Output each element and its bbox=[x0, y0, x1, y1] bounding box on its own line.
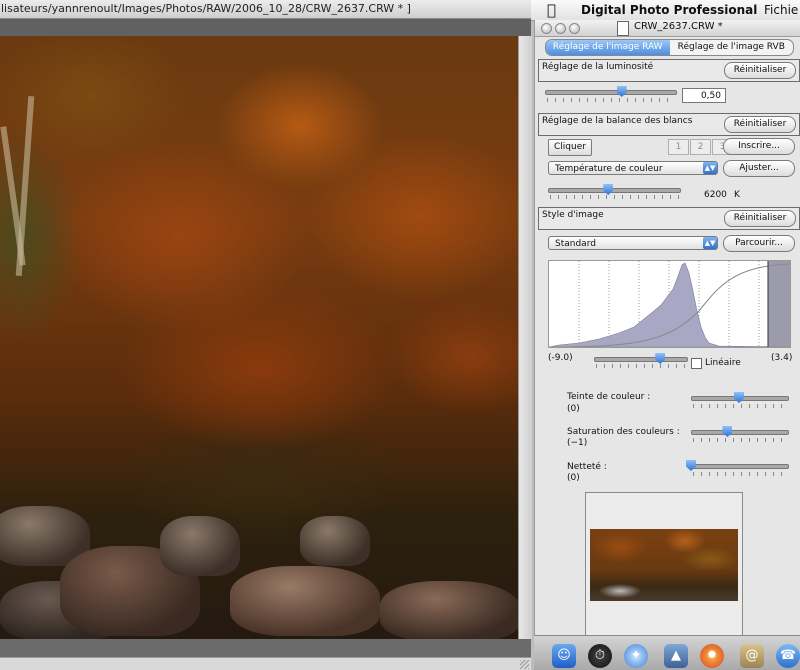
picture-style-select[interactable]: Standard ▲▼ bbox=[548, 236, 718, 250]
wb-preset-1-button[interactable]: 1 bbox=[668, 139, 689, 155]
select-arrows-icon: ▲▼ bbox=[703, 162, 717, 174]
histogram-left-value: (-9.0) bbox=[548, 353, 573, 363]
picture-style-value: Standard bbox=[555, 239, 596, 249]
image-window-titlebar[interactable]: lisateurs/yannrenoult/Images/Photos/RAW/… bbox=[0, 0, 531, 19]
adjustment-label: Teinte de couleur : bbox=[567, 392, 651, 402]
file-menu[interactable]: Fichie bbox=[764, 3, 798, 17]
brightness-value-field[interactable]: 0,50 bbox=[682, 88, 726, 103]
image-window-toolbar-strip bbox=[0, 19, 531, 36]
adjustment-value: (0) bbox=[567, 404, 580, 414]
brightness-slider-track[interactable] bbox=[545, 90, 677, 95]
vertical-scrollbar[interactable] bbox=[518, 36, 532, 639]
app-menu[interactable]: Digital Photo Professional bbox=[581, 3, 757, 17]
curve-slider-thumb[interactable] bbox=[655, 353, 666, 364]
image-window-status-strip bbox=[0, 657, 531, 670]
raw-photo-view[interactable] bbox=[0, 36, 518, 639]
picture-style-section: Style d'image Réinitialiser bbox=[538, 207, 800, 230]
curve-slider-track[interactable] bbox=[594, 357, 688, 362]
kelvin-slider-ticks bbox=[550, 195, 679, 199]
close-icon[interactable] bbox=[541, 23, 552, 34]
adjustment-tabs: Réglage de l'image RAW Réglage de l'imag… bbox=[545, 39, 794, 56]
image-window-title: lisateurs/yannrenoult/Images/Photos/RAW/… bbox=[1, 2, 411, 15]
sharpness-slider-ticks bbox=[693, 472, 787, 476]
adjustment-label: Netteté : bbox=[567, 462, 607, 472]
sharpness-slider-track[interactable] bbox=[691, 464, 789, 469]
wb-mode-select[interactable]: Température de couleur ▲▼ bbox=[548, 161, 718, 175]
navigator-preview[interactable] bbox=[585, 492, 743, 637]
saturation-slider-thumb[interactable] bbox=[722, 426, 733, 437]
tab-raw-adjustment[interactable]: Réglage de l'image RAW bbox=[546, 40, 670, 55]
rock bbox=[300, 516, 370, 566]
kelvin-slider-track[interactable] bbox=[548, 188, 681, 193]
click-white-balance-button[interactable]: Cliquer bbox=[548, 139, 592, 156]
sharpness-slider-thumb[interactable] bbox=[686, 460, 696, 471]
rock bbox=[160, 516, 240, 576]
photo-thumbnail[interactable] bbox=[590, 529, 738, 601]
histogram[interactable] bbox=[548, 260, 791, 348]
adjustment-value: (−1) bbox=[567, 438, 588, 448]
tone-slider-thumb[interactable] bbox=[734, 392, 744, 403]
kelvin-unit: K bbox=[734, 190, 740, 200]
brightness-slider-ticks bbox=[547, 98, 675, 102]
firefox-icon[interactable]: ✹ bbox=[700, 644, 724, 668]
white-balance-label: Réglage de la balance des blancs bbox=[542, 116, 693, 126]
white-balance-reset-button[interactable]: Réinitialiser bbox=[724, 116, 796, 133]
saturation-slider-track[interactable] bbox=[691, 430, 789, 435]
brightness-label: Réglage de la luminosité bbox=[542, 62, 654, 72]
safari-icon[interactable]: ✦ bbox=[624, 644, 648, 668]
kelvin-value: 6200 bbox=[704, 190, 727, 200]
adjustment-label: Saturation des couleurs : bbox=[567, 427, 680, 437]
menu-bar:  Digital Photo Professional Fichie bbox=[531, 0, 800, 21]
white-balance-section: Réglage de la balance des blancs Réiniti… bbox=[538, 113, 800, 136]
histogram-right-value: (3.4) bbox=[771, 353, 793, 363]
picture-style-label: Style d'image bbox=[542, 210, 604, 220]
minimize-icon[interactable] bbox=[555, 23, 566, 34]
brightness-section: Réglage de la luminosité Réinitialiser bbox=[538, 59, 800, 82]
browse-style-button[interactable]: Parcourir... bbox=[723, 235, 795, 252]
linear-checkbox[interactable] bbox=[691, 358, 702, 369]
adjustment-value: (0) bbox=[567, 473, 580, 483]
tool-palette: CRW_2637.CRW * Réglage de l'image RAW Ré… bbox=[534, 20, 800, 637]
document-icon bbox=[617, 21, 629, 36]
tab-rgb-adjustment[interactable]: Réglage de l'image RVB bbox=[670, 40, 794, 55]
tone-slider-ticks bbox=[693, 404, 787, 408]
zoom-icon[interactable] bbox=[569, 23, 580, 34]
adjust-wb-button[interactable]: Ajuster... bbox=[723, 160, 795, 177]
palette-title: CRW_2637.CRW * bbox=[634, 21, 723, 32]
finder-icon[interactable]: ☺ bbox=[552, 644, 576, 668]
rock bbox=[230, 566, 380, 636]
picture-style-reset-button[interactable]: Réinitialiser bbox=[724, 210, 796, 227]
ichat-icon[interactable]: ☎ bbox=[776, 644, 800, 668]
dashboard-icon[interactable]: ⏱ bbox=[588, 644, 612, 668]
select-arrows-icon: ▲▼ bbox=[703, 237, 717, 249]
dock: ☺ ⏱ ✦ ▲ ✹ @ ☎ bbox=[534, 635, 800, 670]
kelvin-slider-thumb[interactable] bbox=[603, 184, 614, 195]
rock bbox=[380, 581, 518, 639]
wb-mode-value: Température de couleur bbox=[555, 164, 663, 174]
image-window: lisateurs/yannrenoult/Images/Photos/RAW/… bbox=[0, 0, 532, 670]
preview-icon[interactable]: ▲ bbox=[664, 644, 688, 668]
linear-label: Linéaire bbox=[705, 358, 741, 368]
curve-slider-ticks bbox=[596, 364, 686, 368]
resize-grip-icon[interactable] bbox=[520, 660, 529, 669]
saturation-slider-ticks bbox=[693, 438, 787, 442]
palette-titlebar[interactable]: CRW_2637.CRW * bbox=[535, 20, 800, 37]
wb-preset-2-button[interactable]: 2 bbox=[690, 139, 711, 155]
brightness-slider-thumb[interactable] bbox=[616, 86, 627, 97]
brightness-reset-button[interactable]: Réinitialiser bbox=[724, 62, 796, 79]
mail-icon[interactable]: @ bbox=[740, 644, 764, 668]
image-window-bottom-bar bbox=[0, 639, 531, 657]
histogram-graph bbox=[548, 261, 791, 348]
register-wb-button[interactable]: Inscrire... bbox=[723, 138, 795, 155]
apple-menu-icon[interactable]:  bbox=[547, 1, 556, 19]
